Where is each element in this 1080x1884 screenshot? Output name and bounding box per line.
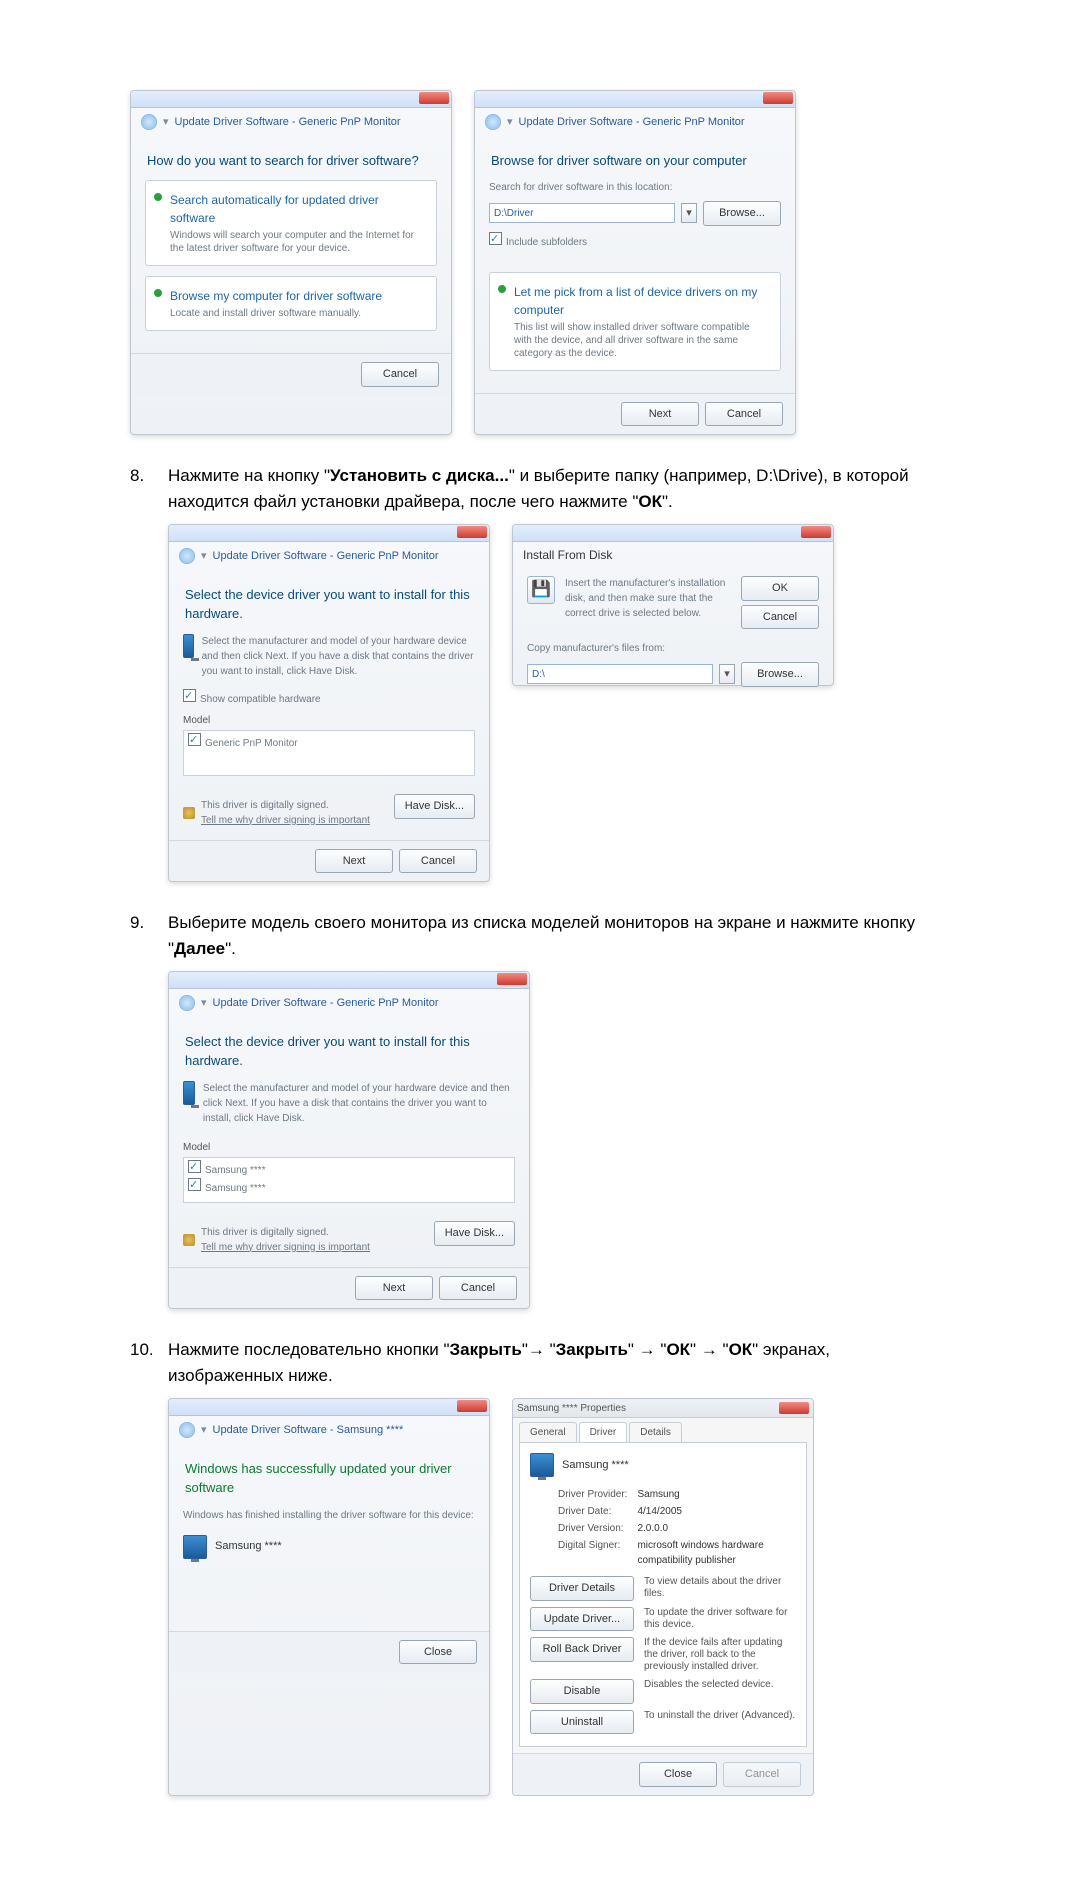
close-icon[interactable] xyxy=(457,1400,487,1412)
update-driver-button[interactable]: Update Driver... xyxy=(530,1607,634,1632)
monitor-icon xyxy=(530,1453,554,1477)
uninstall-button[interactable]: Uninstall xyxy=(530,1710,634,1735)
dialog-heading: Select the device driver you want to ins… xyxy=(185,585,475,624)
dialog-select-model: ▾Update Driver Software - Generic PnP Mo… xyxy=(168,971,530,1309)
cancel-button[interactable]: Cancel xyxy=(439,1276,517,1301)
step-number: 8. xyxy=(130,463,144,489)
close-icon[interactable] xyxy=(497,973,527,985)
dialog-select-driver: ▾Update Driver Software - Generic PnP Mo… xyxy=(168,524,490,882)
option-browse[interactable]: Browse my computer for driver software L… xyxy=(145,276,437,331)
close-button[interactable]: Close xyxy=(399,1640,477,1665)
titlebar xyxy=(475,91,795,108)
copy-from-input[interactable]: D:\ xyxy=(527,664,713,684)
cancel-button[interactable]: Cancel xyxy=(741,605,819,630)
monitor-icon xyxy=(183,1081,195,1105)
browse-button[interactable]: Browse... xyxy=(703,201,781,226)
tab-driver[interactable]: Driver xyxy=(579,1422,628,1442)
next-button[interactable]: Next xyxy=(315,849,393,874)
breadcrumb: Update Driver Software - Generic PnP Mon… xyxy=(519,114,745,131)
dialog-search-method: ▾Update Driver Software - Generic PnP Mo… xyxy=(130,90,452,435)
step-number: 9. xyxy=(130,910,144,936)
breadcrumb: Update Driver Software - Samsung **** xyxy=(213,1422,404,1439)
dropdown-icon[interactable]: ▾ xyxy=(681,203,697,223)
driver-details-button[interactable]: Driver Details xyxy=(530,1576,634,1601)
include-subfolders-checkbox[interactable] xyxy=(489,232,502,245)
step-number: 10. xyxy=(130,1337,154,1363)
close-icon[interactable] xyxy=(763,92,793,104)
back-icon[interactable] xyxy=(179,1422,195,1438)
close-button[interactable]: Close xyxy=(639,1762,717,1787)
dialog-title: Install From Disk xyxy=(513,542,833,568)
signing-link[interactable]: Tell me why driver signing is important xyxy=(201,1240,370,1255)
dialog-success: ▾Update Driver Software - Samsung **** W… xyxy=(168,1398,490,1796)
back-icon[interactable] xyxy=(141,114,157,130)
disk-icon: 💾 xyxy=(527,576,555,604)
dialog-heading: How do you want to search for driver sof… xyxy=(147,151,437,171)
back-icon[interactable] xyxy=(179,548,195,564)
ok-button[interactable]: OK xyxy=(741,576,819,601)
arrow-icon xyxy=(154,193,162,201)
close-icon[interactable] xyxy=(419,92,449,104)
close-icon[interactable] xyxy=(801,526,831,538)
arrow-icon xyxy=(498,285,506,293)
dialog-properties: Samsung **** Properties General Driver D… xyxy=(512,1398,814,1796)
step-8: 8. Нажмите на кнопку "Установить с диска… xyxy=(130,463,950,882)
breadcrumb: Update Driver Software - Generic PnP Mon… xyxy=(213,548,439,565)
next-button[interactable]: Next xyxy=(621,402,699,427)
option-pick-from-list[interactable]: Let me pick from a list of device driver… xyxy=(489,272,781,371)
step-9: 9. Выберите модель своего монитора из сп… xyxy=(130,910,950,1309)
dialog-title: Samsung **** Properties xyxy=(517,1401,626,1416)
back-icon[interactable] xyxy=(179,995,195,1011)
next-button[interactable]: Next xyxy=(355,1276,433,1301)
dropdown-icon[interactable]: ▾ xyxy=(719,664,735,684)
signing-link[interactable]: Tell me why driver signing is important xyxy=(201,813,370,828)
back-icon[interactable] xyxy=(485,114,501,130)
dialog-heading: Select the device driver you want to ins… xyxy=(185,1032,515,1071)
tab-details[interactable]: Details xyxy=(629,1422,682,1442)
dialog-heading: Browse for driver software on your compu… xyxy=(491,151,781,171)
monitor-icon xyxy=(183,1535,207,1559)
cancel-button[interactable]: Cancel xyxy=(361,362,439,387)
model-list[interactable]: Samsung **** Samsung **** xyxy=(183,1157,515,1203)
location-input[interactable]: D:\Driver xyxy=(489,203,675,223)
dialog-install-from-disk: Install From Disk 💾 Insert the manufactu… xyxy=(512,524,834,686)
cancel-button[interactable]: Cancel xyxy=(705,402,783,427)
shield-icon xyxy=(183,1234,195,1246)
browse-button[interactable]: Browse... xyxy=(741,662,819,687)
monitor-icon xyxy=(183,634,194,658)
arrow-icon xyxy=(154,289,162,297)
breadcrumb: Update Driver Software - Generic PnP Mon… xyxy=(175,114,401,131)
location-label: Search for driver software in this locat… xyxy=(489,180,781,195)
breadcrumb: Update Driver Software - Generic PnP Mon… xyxy=(213,995,439,1012)
show-compatible-checkbox[interactable] xyxy=(183,689,196,702)
tab-general[interactable]: General xyxy=(519,1422,577,1442)
titlebar xyxy=(131,91,451,108)
cancel-button[interactable]: Cancel xyxy=(399,849,477,874)
step-10: 10. Нажмите последовательно кнопки "Закр… xyxy=(130,1337,950,1796)
have-disk-button[interactable]: Have Disk... xyxy=(434,1221,515,1246)
model-list[interactable]: Generic PnP Monitor xyxy=(183,730,475,776)
close-icon[interactable] xyxy=(457,526,487,538)
dialog-heading: Windows has successfully updated your dr… xyxy=(185,1459,475,1498)
shield-icon xyxy=(183,807,195,819)
have-disk-button[interactable]: Have Disk... xyxy=(394,794,475,819)
cancel-button: Cancel xyxy=(723,1762,801,1787)
rollback-button[interactable]: Roll Back Driver xyxy=(530,1637,634,1662)
option-search-auto[interactable]: Search automatically for updated driver … xyxy=(145,180,437,266)
disable-button[interactable]: Disable xyxy=(530,1679,634,1704)
dialog-browse: ▾ Update Driver Software - Generic PnP Mo… xyxy=(474,90,796,435)
model-item-check xyxy=(188,733,201,746)
close-icon[interactable] xyxy=(779,1402,809,1414)
